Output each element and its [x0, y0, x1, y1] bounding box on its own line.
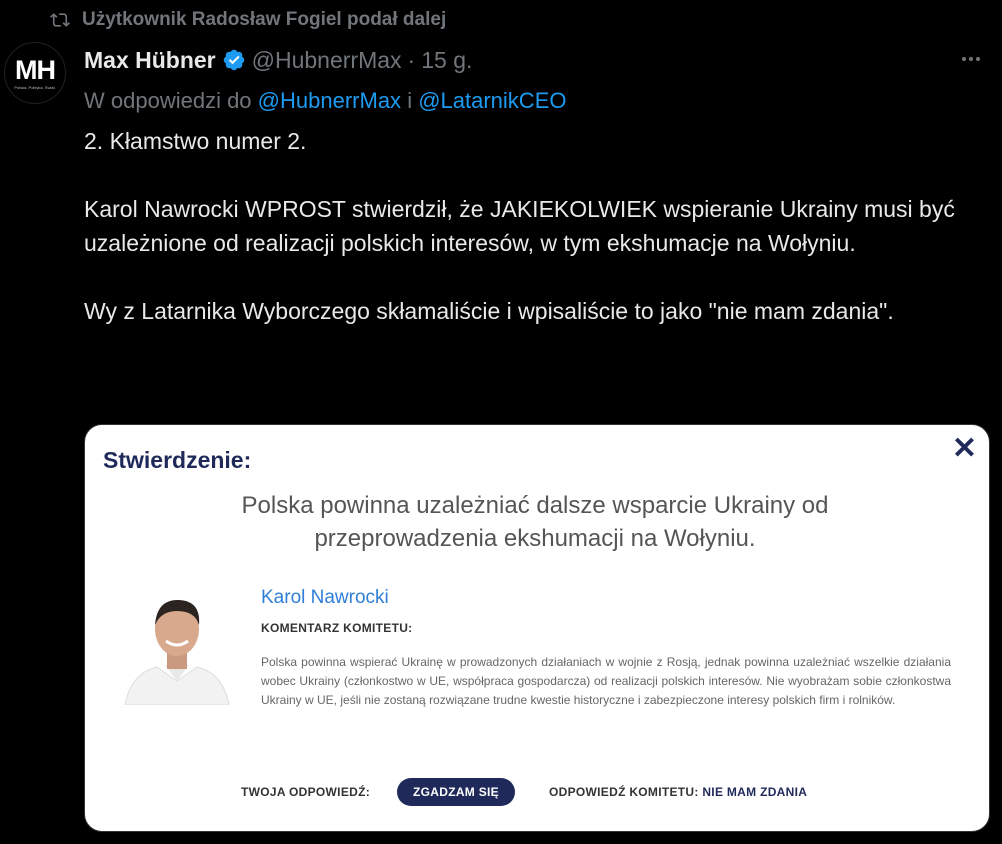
- separator-dot: ·: [407, 46, 416, 73]
- reply-context: W odpowiedzi do @HubnerrMax i @LatarnikC…: [84, 88, 566, 114]
- committee-comment: Polska powinna wspierać Ukrainę w prowad…: [261, 655, 951, 707]
- your-answer-badge: ZGADZAM SIĘ: [397, 778, 515, 806]
- reply-conj: i: [407, 88, 413, 113]
- verified-badge-icon[interactable]: [222, 48, 246, 72]
- reply-user-link-1[interactable]: @HubnerrMax: [258, 88, 401, 113]
- attached-image[interactable]: Stwierdzenie: ✕ Polska powinna uzależnia…: [84, 424, 990, 832]
- dot: [962, 57, 966, 61]
- tweet-paragraph-1: 2. Kłamstwo numer 2.: [84, 128, 307, 154]
- dot: [976, 57, 980, 61]
- tweet-body: 2. Kłamstwo numer 2. Karol Nawrocki WPRO…: [84, 124, 984, 328]
- timestamp[interactable]: 15 g.: [421, 47, 472, 74]
- committee-answer-label: ODPOWIEDŹ KOMITETU:: [549, 785, 699, 799]
- tweet-paragraph-3: Wy z Latarnika Wyborczego skłamaliście i…: [84, 298, 894, 324]
- committee-answer: ODPOWIEDŹ KOMITETU: NIE MAM ZDANIA: [549, 785, 807, 799]
- close-icon: ✕: [951, 432, 977, 465]
- card-heading: Stwierdzenie:: [103, 447, 252, 473]
- retweet-label: Użytkownik Radosław Fogiel podał dalej: [82, 9, 447, 30]
- avatar-subtext: Polska. Polityka. Świat.: [14, 84, 56, 90]
- reply-prefix: W odpowiedzi do: [84, 88, 252, 113]
- candidate-portrait: [124, 599, 230, 705]
- retweet-indicator[interactable]: Użytkownik Radosław Fogiel podał dalej: [50, 6, 446, 34]
- avatar[interactable]: MH Polska. Polityka. Świat.: [4, 42, 66, 104]
- more-options-icon[interactable]: [956, 46, 986, 72]
- committee-answer-value: NIE MAM ZDANIA: [702, 785, 808, 799]
- tweet-paragraph-2: Karol Nawrocki WPROST stwierdził, że JAK…: [84, 196, 955, 256]
- reply-user-link-2[interactable]: @LatarnikCEO: [418, 88, 566, 113]
- candidate-name: Karol Nawrocki: [261, 587, 389, 608]
- retweet-icon: [50, 13, 70, 27]
- statement-text: Polska powinna uzależniać dalsze wsparci…: [241, 492, 829, 552]
- dot: [969, 57, 973, 61]
- your-answer-label: TWOJA ODPOWIEDŹ:: [241, 785, 371, 799]
- avatar-initials: MH: [15, 54, 56, 85]
- author-handle[interactable]: @HubnerrMax: [252, 47, 402, 74]
- tweet-header: Max Hübner @HubnerrMax · 15 g.: [84, 44, 472, 76]
- author-name[interactable]: Max Hübner: [84, 47, 216, 74]
- committee-comment-label: KOMENTARZ KOMITETU:: [261, 621, 413, 635]
